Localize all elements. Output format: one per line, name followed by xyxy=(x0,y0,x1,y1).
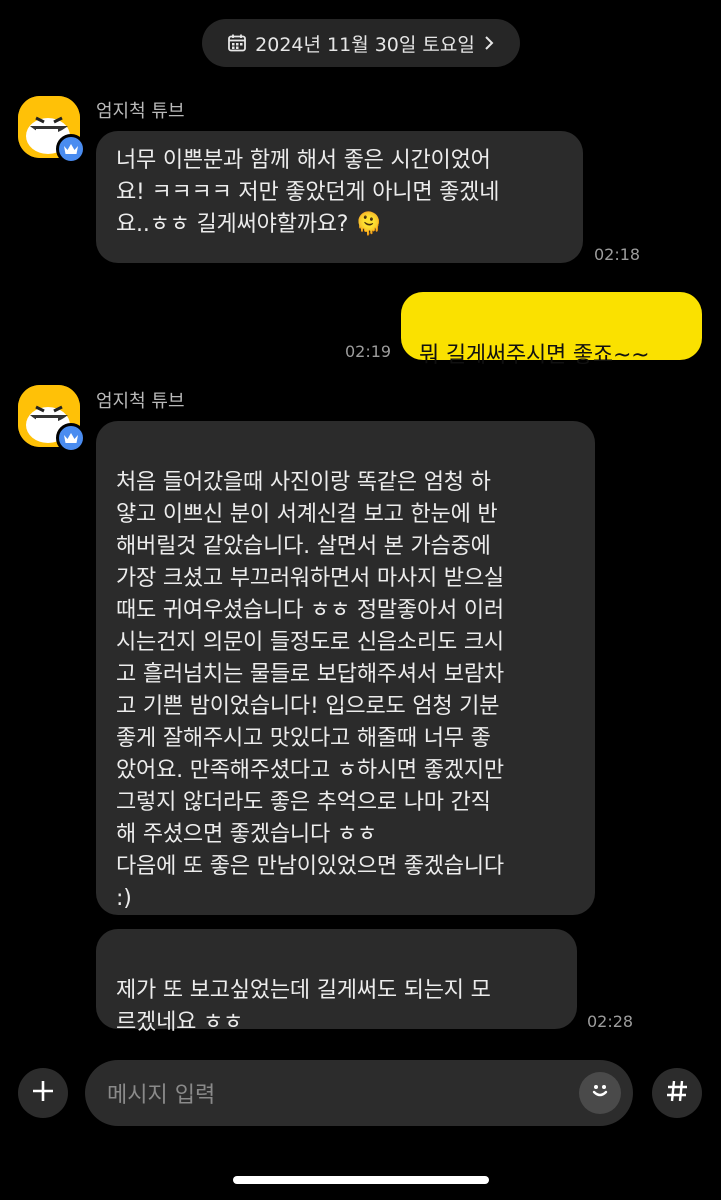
date-header[interactable]: 2024년 11월 30일 토요일 xyxy=(202,19,520,67)
message-bubble[interactable]: 처음 들어갔을때 사진이랑 똑같은 엄청 하 얗고 이쁘신 분이 서계신걸 보고… xyxy=(96,421,595,915)
message-input-placeholder: 메시지 입력 xyxy=(107,1083,216,1108)
message-bubble[interactable]: 제가 또 보고싶었는데 길게써도 되는지 모 르겠네요 ㅎㅎ xyxy=(96,929,577,1035)
message-time: 02:18 xyxy=(594,245,641,264)
add-button[interactable] xyxy=(18,1068,68,1118)
hashtag-icon xyxy=(665,1079,689,1107)
message-text: 너무 이쁜분과 함께 해서 좋은 시간이었어 요! ㅋㅋㅋㅋ 저만 좋았던게 아… xyxy=(116,148,500,237)
chevron-right-icon xyxy=(483,34,495,52)
sender-name: 엄지척 튜브 xyxy=(96,391,185,412)
message-time: 02:19 xyxy=(345,342,392,361)
crown-badge-icon xyxy=(56,423,86,453)
message-text: 처음 들어갔을때 사진이랑 똑같은 엄청 하 얗고 이쁘신 분이 서계신걸 보고… xyxy=(116,470,504,911)
message-composer: 메시지 입력 xyxy=(0,1060,721,1130)
crown-badge-icon xyxy=(56,134,86,164)
message-bubble[interactable]: 너무 이쁜분과 함께 해서 좋은 시간이었어 요! ㅋㅋㅋㅋ 저만 좋았던게 아… xyxy=(96,131,583,263)
hashtag-button[interactable] xyxy=(652,1068,702,1118)
plus-icon xyxy=(31,1079,55,1107)
my-message-bubble[interactable]: 뭐 길게써주시면 좋죠~~ xyxy=(401,292,702,368)
avatar[interactable] xyxy=(18,385,86,453)
sender-name: 엄지척 튜브 xyxy=(96,101,185,122)
message-text: 뭐 길게써주시면 좋죠~~ xyxy=(419,343,650,368)
message-time: 02:28 xyxy=(587,1012,634,1031)
avatar[interactable] xyxy=(18,96,86,164)
date-label: 2024년 11월 30일 토요일 xyxy=(255,33,475,56)
smiley-icon xyxy=(586,1076,614,1110)
message-input[interactable]: 메시지 입력 xyxy=(85,1060,633,1126)
home-indicator[interactable] xyxy=(233,1176,489,1184)
calendar-icon xyxy=(227,33,247,53)
melting-face-emoji: 🫠 xyxy=(355,212,383,237)
emoji-button[interactable] xyxy=(579,1072,621,1114)
message-text: 제가 또 보고싶었는데 길게써도 되는지 모 르겠네요 ㅎㅎ xyxy=(116,978,491,1035)
